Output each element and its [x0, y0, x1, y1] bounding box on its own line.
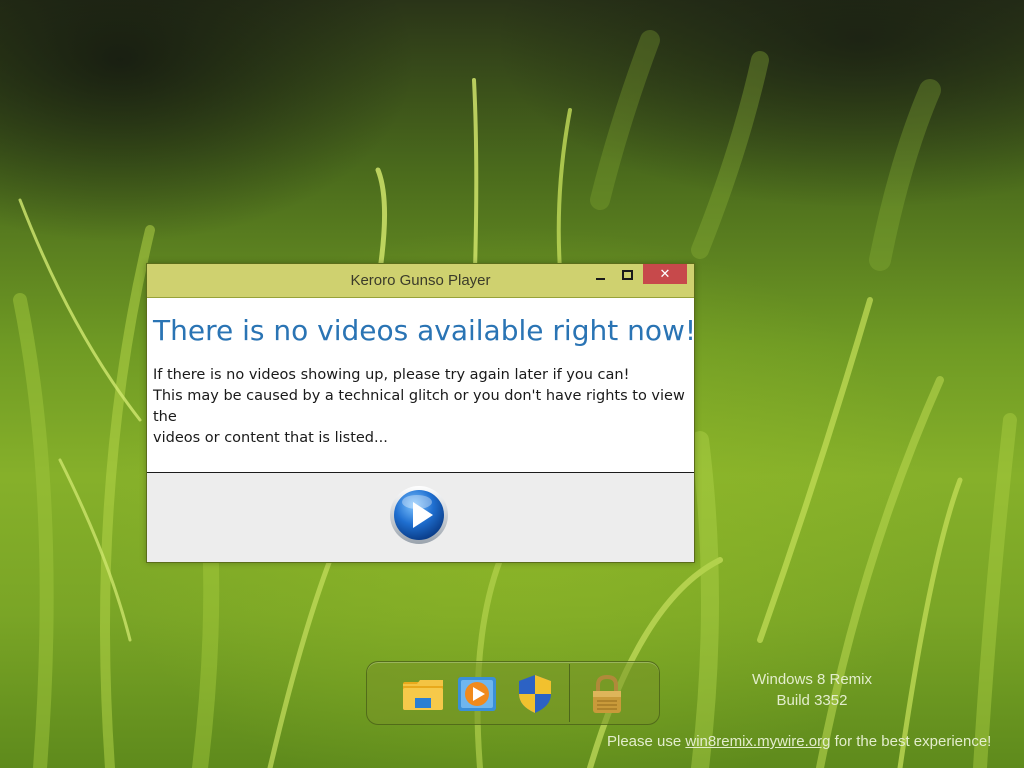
- message-line: If there is no videos showing up, please…: [153, 367, 630, 383]
- minimize-button[interactable]: [590, 264, 610, 284]
- taskbar: [366, 661, 660, 725]
- message-line: videos or content that is listed...: [153, 430, 388, 446]
- close-button[interactable]: ✕: [643, 264, 687, 284]
- file-explorer-icon: [403, 680, 443, 710]
- message-line: This may be caused by a technical glitch…: [153, 388, 685, 425]
- play-icon: [390, 486, 448, 544]
- watermark-edition: Windows 8 Remix: [751, 671, 873, 688]
- taskbar-item-media-player[interactable]: [455, 672, 499, 716]
- taskbar-item-security[interactable]: [513, 672, 557, 716]
- minimize-icon: [595, 278, 605, 280]
- promo-suffix: for the best experience!: [830, 733, 992, 750]
- promo-prefix: Please use: [607, 733, 686, 750]
- message-area: There is no videos available right now! …: [147, 298, 697, 473]
- window-title: Keroro Gunso Player: [350, 272, 491, 289]
- maximize-button[interactable]: [617, 264, 637, 284]
- play-button[interactable]: [389, 485, 449, 545]
- promo-text: Please use win8remix.mywire.org for the …: [607, 733, 991, 750]
- watermark-build: Build 3352: [776, 692, 848, 709]
- taskbar-item-lock[interactable]: [585, 672, 629, 716]
- maximize-icon: [621, 270, 633, 280]
- close-icon: ✕: [659, 266, 671, 282]
- taskbar-item-explorer[interactable]: [401, 672, 445, 716]
- security-shield-icon: [519, 675, 551, 713]
- message-body: If there is no videos showing up, please…: [153, 365, 688, 449]
- promo-link[interactable]: win8remix.mywire.org: [685, 733, 830, 750]
- taskbar-separator: [569, 664, 570, 722]
- player-window: Keroro Gunso Player ✕ There is no videos…: [146, 263, 697, 563]
- window-footer: [147, 473, 694, 562]
- lock-icon: [593, 674, 621, 713]
- build-watermark: Windows 8 Remix Build 3352: [700, 669, 924, 711]
- media-player-icon: [458, 677, 496, 711]
- title-bar[interactable]: Keroro Gunso Player ✕: [147, 264, 694, 298]
- page-title: There is no videos available right now!: [153, 314, 697, 347]
- desktop: Keroro Gunso Player ✕ There is no videos…: [0, 0, 1024, 768]
